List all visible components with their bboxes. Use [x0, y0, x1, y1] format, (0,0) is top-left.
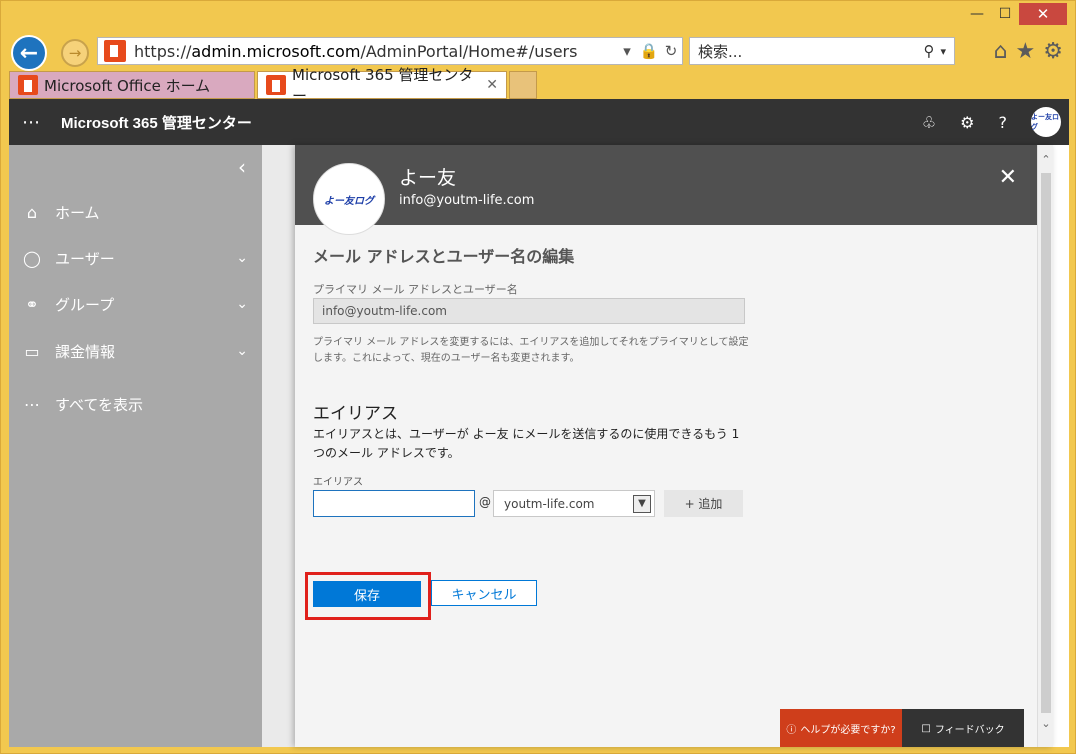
chevron-down-icon: ⌄	[236, 343, 248, 359]
user-icon: ◯	[23, 248, 41, 268]
favorites-star-icon[interactable]: ★	[1016, 39, 1036, 64]
alias-label: エイリアス	[313, 477, 363, 488]
forward-arrow-icon: →	[68, 44, 82, 62]
sidebar-nav: ‹ ⌂ ホーム ◯ ユーザー ⌄ ⚭ グループ ⌄ ▭ 課金情報 ⌄ ⋯ すべて…	[9, 145, 262, 747]
navigation-bar: ← → https://admin.microsoft.com/AdminPor…	[9, 31, 1069, 71]
main-background	[262, 145, 295, 747]
app-title: Microsoft 365 管理センター	[61, 114, 252, 132]
save-button[interactable]: 保存	[313, 581, 421, 607]
browser-window: — ☐ ✕ ← → https://admin.microsoft.com/Ad…	[0, 0, 1076, 754]
settings-icon[interactable]: ⚙	[960, 113, 974, 132]
help-button[interactable]: ⓘ ヘルプが必要ですか?	[780, 709, 902, 747]
sidebar-item-billing[interactable]: ▭ 課金情報 ⌄	[9, 331, 262, 371]
m365-admin-app: ⋯ Microsoft 365 管理センター ♧ ⚙ ? よー友ログ ‹ ⌂ ホ…	[9, 99, 1069, 747]
window-controls: — ☐ ✕	[963, 3, 1067, 25]
help-question-icon[interactable]: ?	[999, 113, 1008, 132]
home-icon: ⌂	[26, 202, 38, 222]
dropdown-icon[interactable]: ▾	[616, 42, 638, 60]
feedback-button[interactable]: □ フィードバック	[902, 709, 1024, 747]
minimize-button[interactable]: —	[963, 3, 991, 25]
close-icon[interactable]: ✕	[999, 165, 1017, 190]
search-dropdown-icon[interactable]: ▾	[940, 45, 946, 58]
scroll-up-icon[interactable]: ⌃	[1038, 153, 1054, 166]
question-circle-icon: ⓘ	[786, 724, 797, 736]
alias-heading: エイリアス	[313, 404, 398, 424]
chevron-down-icon: ⌄	[236, 296, 248, 312]
primary-change-note: プライマリ メール アドレスを変更するには、エイリアスを追加してそれをプライマリ…	[313, 337, 749, 364]
settings-gear-icon[interactable]: ⚙	[1043, 39, 1063, 64]
refresh-icon[interactable]: ↻	[660, 42, 682, 60]
section-title: メール アドレスとユーザー名の編集	[313, 247, 575, 266]
office-logo-icon	[266, 75, 286, 95]
back-arrow-icon: ←	[19, 40, 39, 66]
back-button[interactable]: ←	[11, 35, 47, 71]
maximize-button[interactable]: ☐	[991, 3, 1019, 25]
add-alias-button[interactable]: + 追加	[664, 490, 743, 517]
sidebar-item-users[interactable]: ◯ ユーザー ⌄	[9, 238, 262, 278]
domain-select[interactable]: youtm-life.com ▼	[493, 490, 655, 517]
sidebar-item-show-all[interactable]: ⋯ すべてを表示	[9, 384, 262, 424]
chevron-down-icon: ⌄	[236, 250, 248, 266]
lock-icon[interactable]: 🔒	[638, 42, 660, 60]
sidebar-item-home[interactable]: ⌂ ホーム	[9, 192, 262, 232]
app-launcher-icon[interactable]: ⋯	[9, 112, 53, 133]
chevron-down-icon: ▼	[633, 494, 651, 513]
tab-close-icon[interactable]: ✕	[486, 77, 498, 93]
topbar-actions: ♧ ⚙ ? よー友ログ	[922, 107, 1069, 137]
browser-toolbar-icons: ⌂ ★ ⚙	[994, 39, 1063, 64]
alias-description: エイリアスとは、ユーザーが よー友 にメールを送信するのに使用できるもう 1 つ…	[313, 427, 740, 460]
scroll-down-icon[interactable]: ⌄	[1038, 717, 1054, 730]
window-close-button[interactable]: ✕	[1019, 3, 1067, 25]
alias-input[interactable]	[313, 490, 475, 517]
office-logo-icon	[104, 40, 126, 62]
home-icon[interactable]: ⌂	[994, 39, 1008, 64]
cancel-button[interactable]: キャンセル	[431, 580, 537, 606]
tab-m365-admin[interactable]: Microsoft 365 管理センター... ✕	[257, 66, 507, 105]
user-name: よー友	[399, 167, 457, 189]
address-bar[interactable]: https://admin.microsoft.com/AdminPortal/…	[97, 37, 683, 65]
office-logo-icon	[18, 75, 38, 95]
more-icon: ⋯	[24, 394, 40, 414]
search-icon[interactable]: ⚲	[923, 42, 934, 60]
url-text: https://admin.microsoft.com/AdminPortal/…	[134, 41, 578, 61]
primary-email-field: info@youtm-life.com	[313, 298, 745, 324]
collapse-chevron-icon[interactable]: ‹	[238, 155, 246, 179]
panel-header: よー友ログ よー友 info@youtm-life.com ✕	[295, 145, 1053, 235]
scroll-thumb[interactable]	[1041, 173, 1051, 713]
tab-office-home[interactable]: Microsoft Office ホーム	[9, 71, 255, 99]
user-email: info@youtm-life.com	[399, 193, 535, 208]
new-tab-button[interactable]	[509, 71, 537, 99]
edit-email-panel: よー友ログ よー友 info@youtm-life.com ✕ メール アドレス…	[295, 145, 1053, 747]
billing-icon: ▭	[24, 341, 40, 361]
primary-email-label: プライマリ メール アドレスとユーザー名	[313, 283, 518, 296]
user-avatar: よー友ログ	[313, 163, 385, 235]
account-avatar[interactable]: よー友ログ	[1031, 107, 1061, 137]
vertical-scrollbar[interactable]: ⌃ ⌄	[1037, 145, 1053, 747]
notification-bell-icon[interactable]: ♧	[922, 113, 936, 132]
group-icon: ⚭	[25, 294, 39, 314]
forward-button[interactable]: →	[61, 39, 89, 67]
comment-icon: □	[921, 722, 931, 734]
app-topbar: ⋯ Microsoft 365 管理センター ♧ ⚙ ? よー友ログ	[9, 99, 1069, 145]
browser-tabs: Microsoft Office ホーム Microsoft 365 管理センタ…	[9, 66, 539, 105]
search-input[interactable]: 検索... ⚲ ▾	[689, 37, 955, 65]
at-sign: @	[479, 495, 491, 509]
sidebar-item-groups[interactable]: ⚭ グループ ⌄	[9, 284, 262, 324]
